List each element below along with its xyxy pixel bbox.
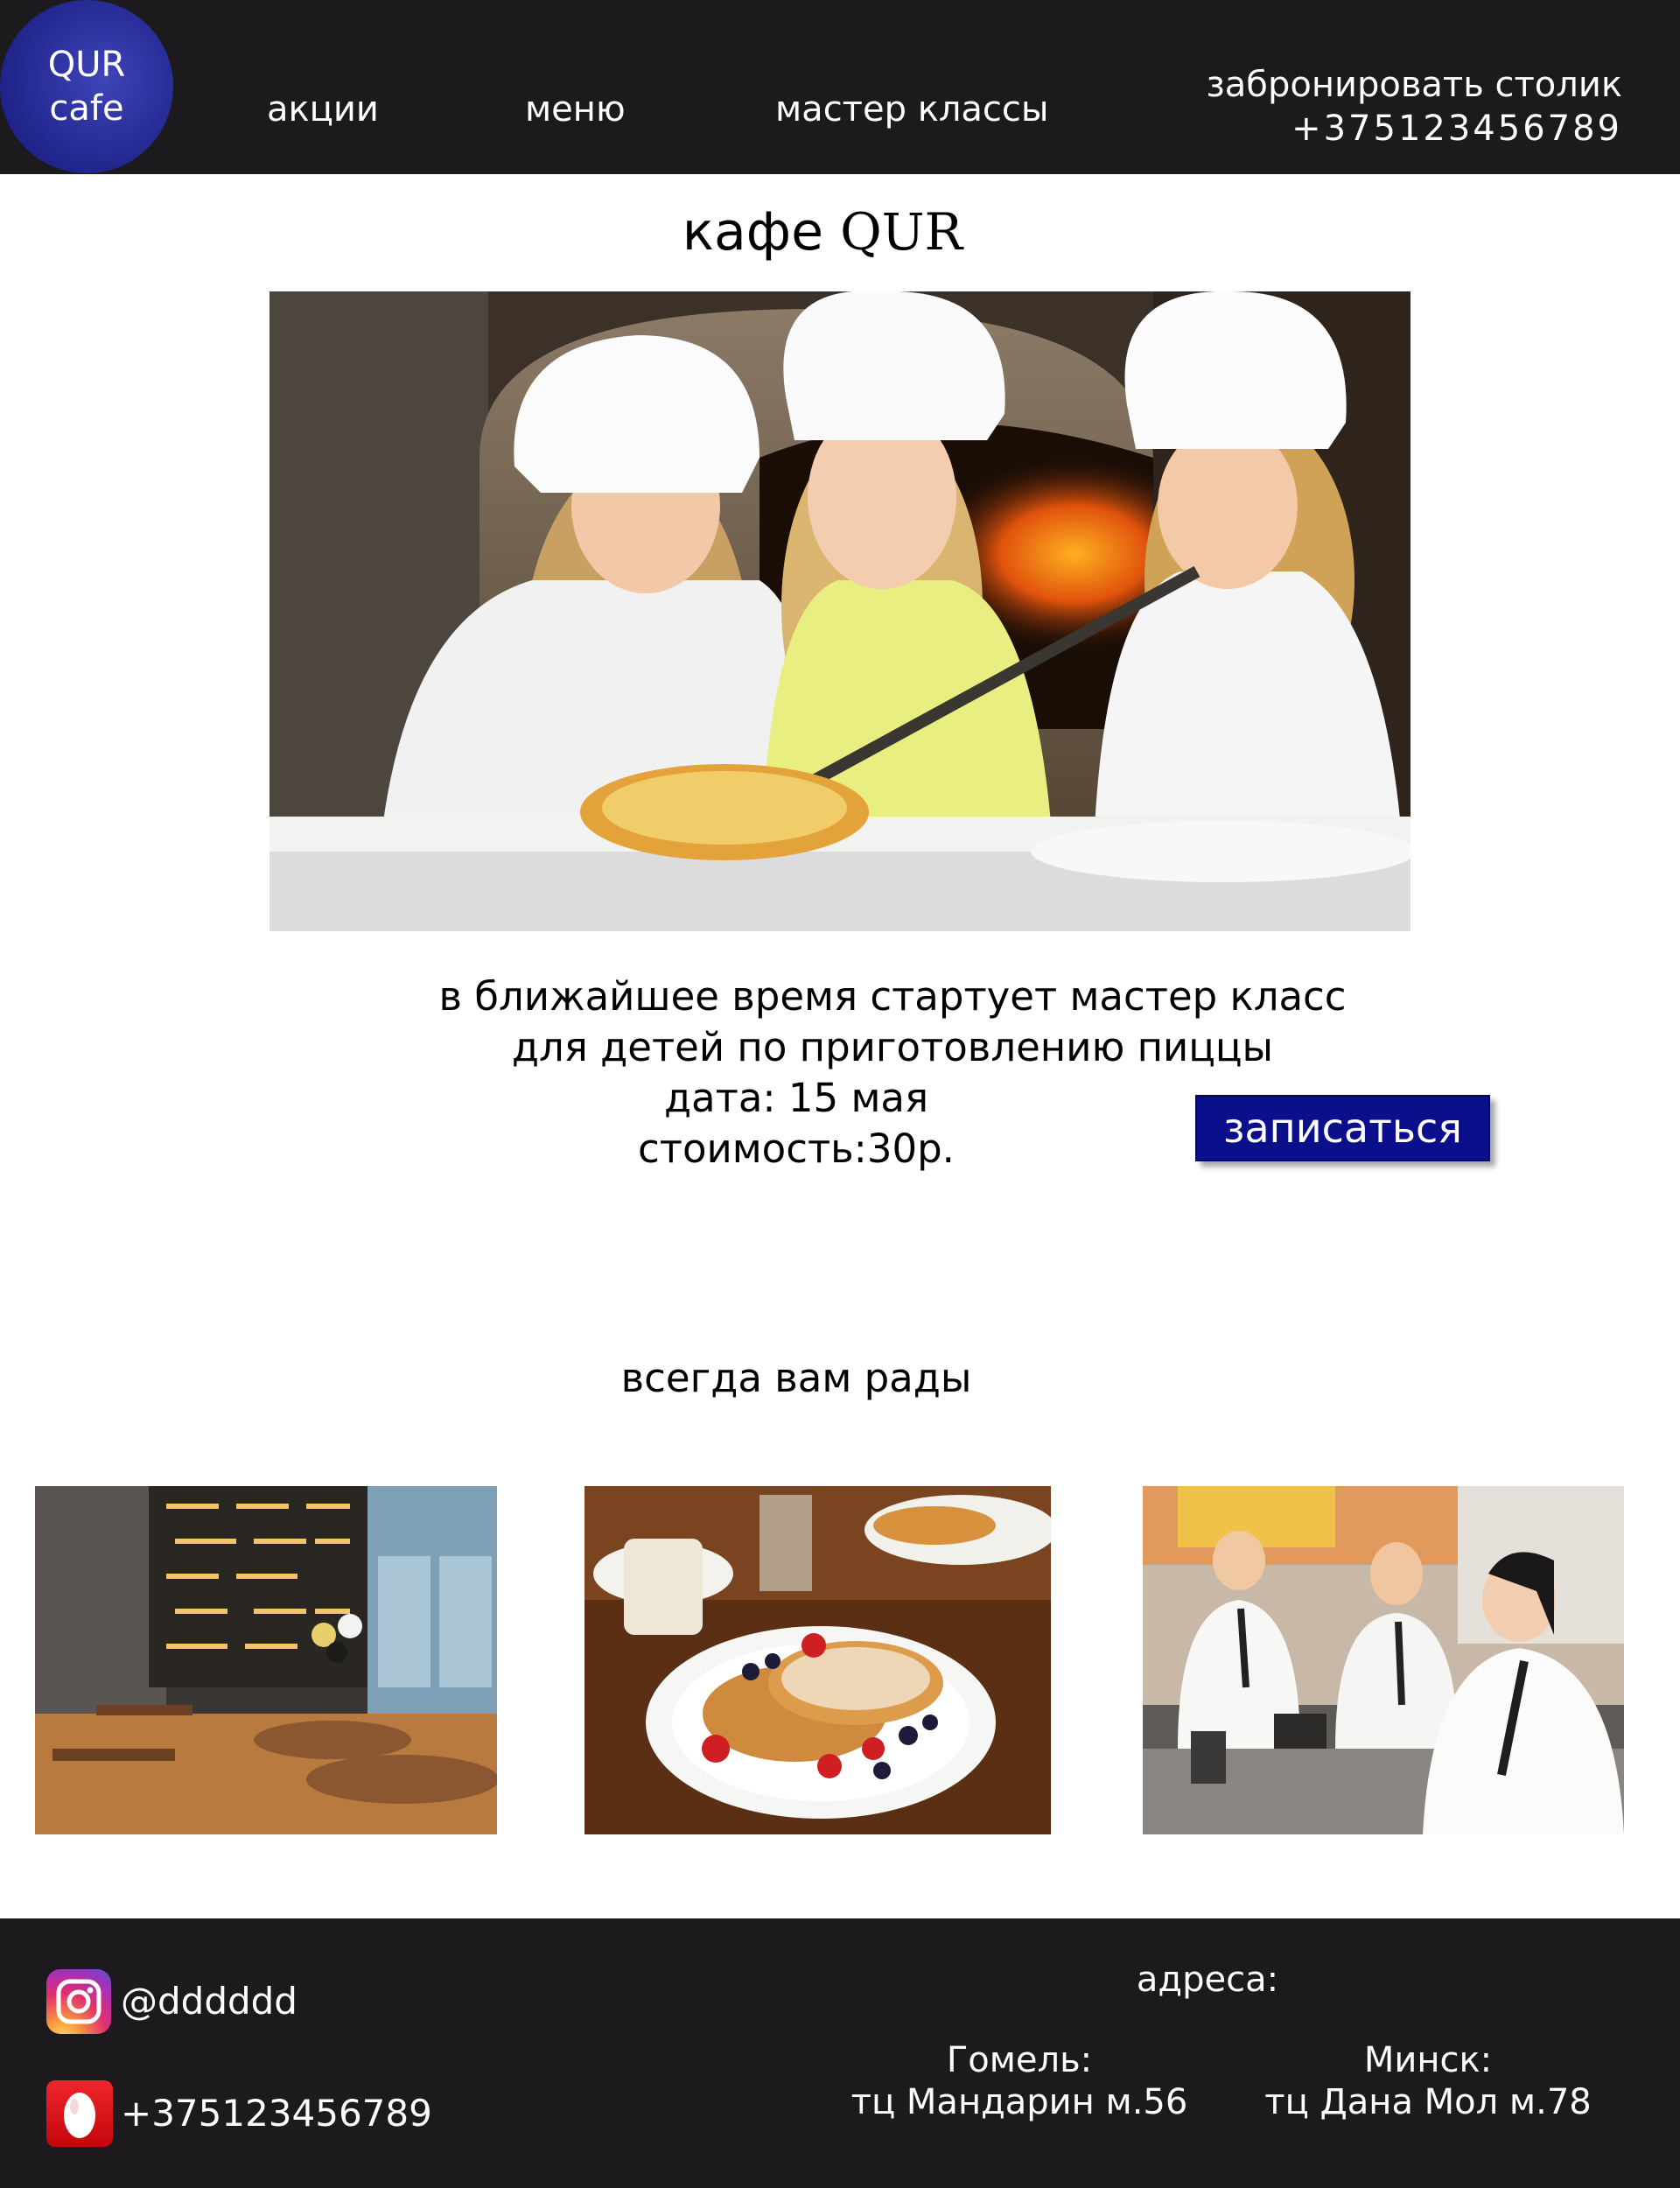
nav-promotions[interactable]: акции [267,88,379,131]
address-place: тц Мандарин м.56 [850,2082,1188,2122]
book-table-link[interactable]: забронировать столик [1167,63,1623,107]
nav-menu[interactable]: меню [525,88,626,131]
addresses-title: адреса: [1136,1960,1279,2000]
instagram-icon[interactable] [46,1969,111,2034]
hero-image-kids-chefs [270,291,1410,931]
header-phone[interactable]: +375123456789 [1167,107,1622,151]
logo-line-2: cafe [49,88,124,129]
footer-phone[interactable]: +375123456789 [121,2090,432,2137]
logo[interactable]: QUR cafe [0,0,173,173]
page-title-word: кафе [682,201,824,263]
address-city: Гомель: [946,2040,1093,2080]
gallery-image-interior [35,1486,497,1834]
signup-button[interactable]: записаться [1195,1095,1490,1161]
instagram-handle[interactable]: @dddddd [121,1978,298,2025]
welcome-heading: всегда вам рады [620,1355,972,1401]
announcement-line-2: для детей по приготовлению пиццы [511,1024,1274,1070]
address-place: тц Дана Мол м.78 [1264,2082,1592,2122]
site-footer: @dddddd +375123456789 адреса: Гомель: тц… [0,1918,1680,2188]
booking-block: забронировать столик +375123456789 [1167,63,1623,151]
page-title: кафе QUR [560,201,1085,263]
gallery-image-pancakes [584,1486,1051,1834]
gallery-image-staff [1143,1486,1624,1834]
page-title-brand: QUR [840,202,963,262]
phone-app-icon[interactable] [46,2080,113,2147]
address-gomel: Гомель: тц Мандарин м.56 [836,2039,1203,2123]
address-city: Минск: [1363,2040,1493,2080]
announcement-line-1: в ближайшее время стартует мастер класс [438,973,1347,1020]
address-minsk: Минск: тц Дана Мол м.78 [1244,2039,1612,2123]
nav-master-classes[interactable]: мастер классы [775,88,1049,131]
logo-line-1: QUR [47,45,126,85]
site-header: QUR cafe акции меню мастер классы заброн… [0,0,1680,174]
